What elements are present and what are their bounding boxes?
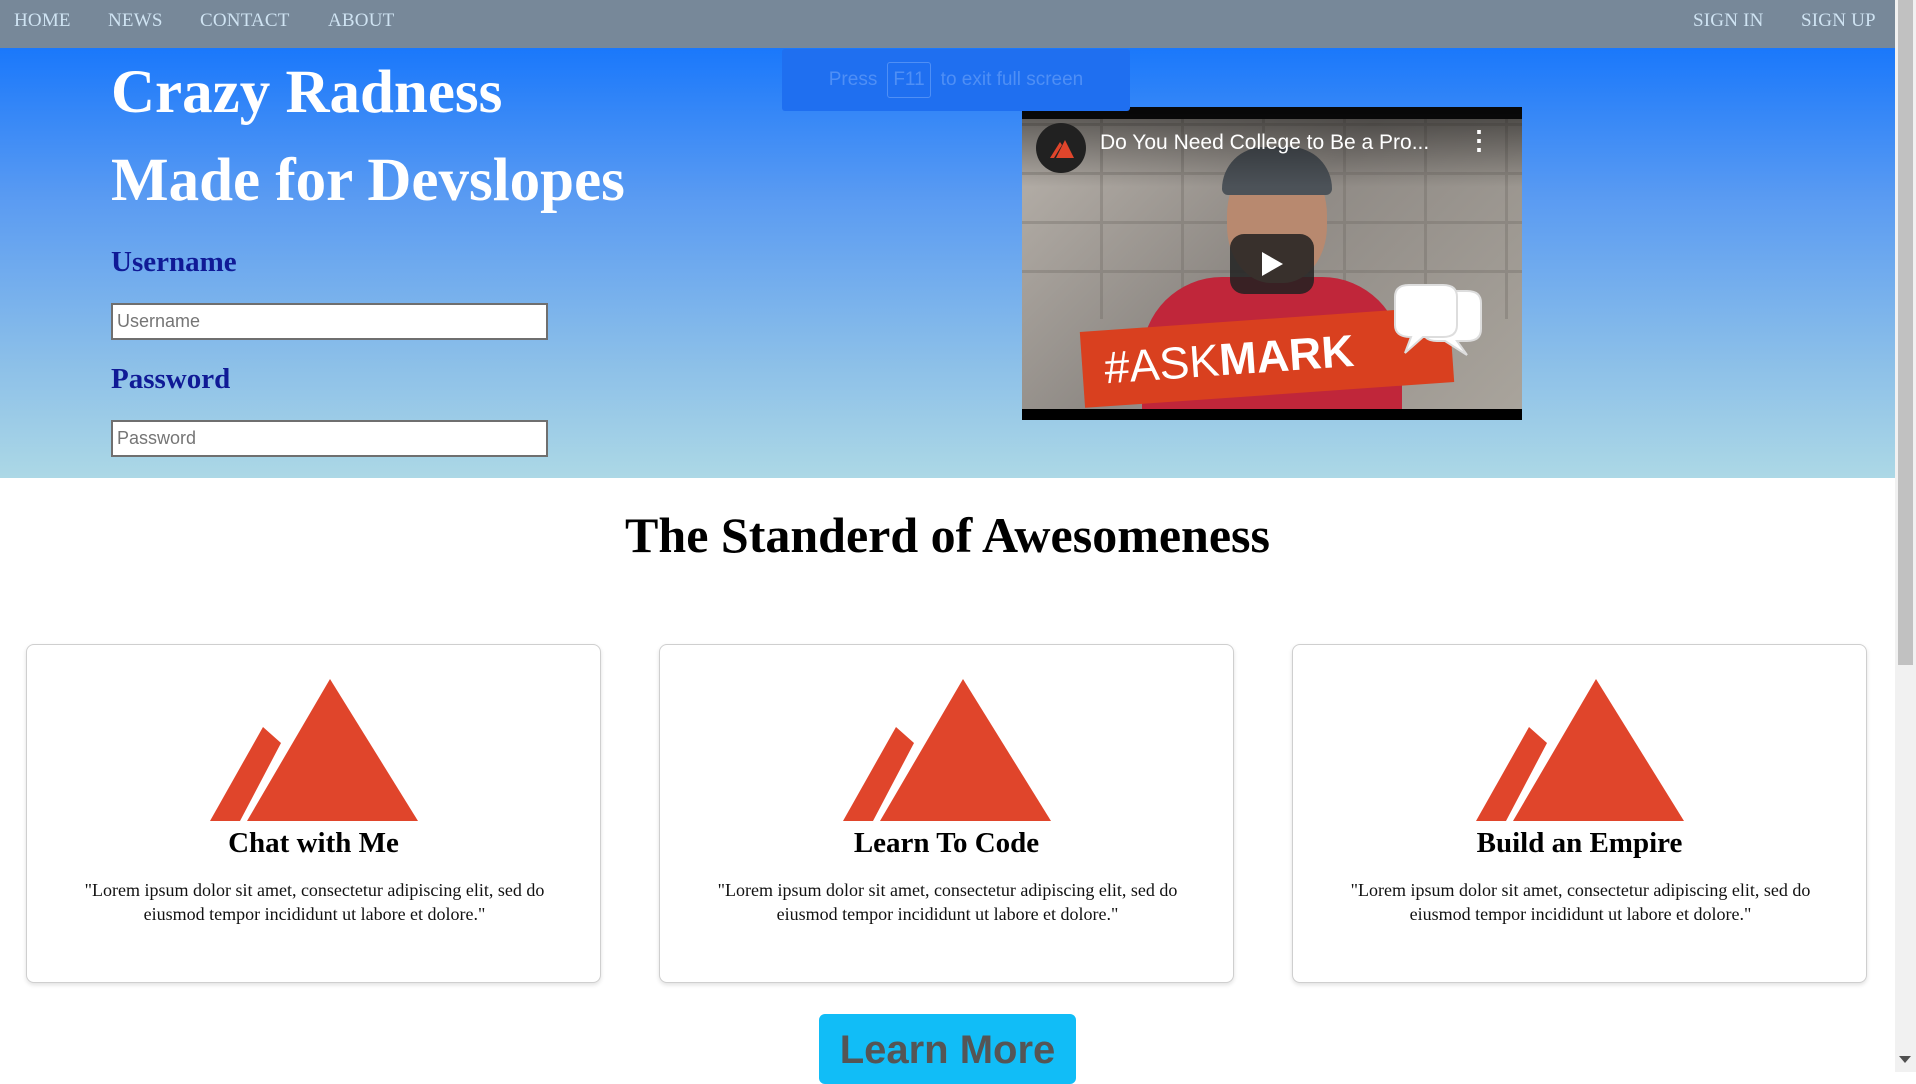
feature-card-title: Build an Empire [1476, 827, 1683, 859]
fullscreen-notice-key: F11 [887, 62, 931, 98]
nav-news-link[interactable]: NEWS [108, 10, 163, 32]
feature-card-code: Learn To Code "Lorem ipsum dolor sit ame… [659, 644, 1234, 983]
scrollbar-thumb[interactable] [1898, 0, 1913, 665]
banner-prefix: #ASK [1102, 334, 1221, 394]
password-label: Password [111, 363, 231, 395]
devslopes-logo-icon [843, 679, 1051, 821]
hero-title-line-2: Made for Devslopes [111, 147, 625, 214]
feature-card-title: Learn To Code [853, 827, 1040, 859]
feature-card-chat: Chat with Me "Lorem ipsum dolor sit amet… [26, 644, 601, 983]
hero-title-line-1: Crazy Radness [111, 59, 503, 126]
devslopes-logo-icon [210, 679, 418, 821]
feature-card-text: "Lorem ipsum dolor sit amet, consectetur… [84, 880, 545, 924]
youtube-video-embed[interactable]: Do You Need College to Be a Pro... ⋮ #AS… [1022, 107, 1522, 420]
video-letterbox-bottom [1022, 409, 1522, 420]
top-navbar: HOME NEWS CONTACT ABOUT SIGN IN SIGN UP [0, 0, 1895, 48]
scroll-down-arrow-icon[interactable] [1899, 1056, 1911, 1063]
nav-sign-up-link[interactable]: SIGN UP [1801, 10, 1876, 32]
page-scrollbar[interactable] [1895, 0, 1916, 1072]
play-icon [1262, 252, 1283, 276]
more-vertical-icon[interactable]: ⋮ [1466, 127, 1492, 153]
devslopes-channel-icon [1050, 140, 1074, 158]
hero-section: Crazy Radness Made for Devslopes Usernam… [0, 48, 1895, 478]
play-button[interactable] [1230, 234, 1314, 294]
banner-bold: MARK [1217, 324, 1356, 386]
features-section-title: The Standerd of Awesomeness [625, 507, 1270, 563]
devslopes-logo-icon [1476, 679, 1684, 821]
password-input[interactable] [111, 420, 548, 457]
fullscreen-exit-notice: Press F11 to exit full screen [782, 49, 1130, 111]
feature-card-title: Chat with Me [228, 827, 399, 859]
fullscreen-notice-prefix: Press [828, 69, 878, 90]
nav-about-link[interactable]: ABOUT [328, 10, 394, 32]
learn-more-button[interactable]: Learn More [819, 1014, 1076, 1084]
feature-card-text: "Lorem ipsum dolor sit amet, consectetur… [717, 880, 1178, 924]
video-title[interactable]: Do You Need College to Be a Pro... [1100, 131, 1429, 155]
channel-avatar[interactable] [1036, 123, 1086, 173]
speech-bubbles-icon [1394, 284, 1482, 356]
username-label: Username [111, 246, 237, 278]
nav-contact-link[interactable]: CONTACT [200, 10, 290, 32]
nav-home-link[interactable]: HOME [14, 10, 71, 32]
feature-card-empire: Build an Empire "Lorem ipsum dolor sit a… [1292, 644, 1867, 983]
username-input[interactable] [111, 303, 548, 340]
feature-card-text: "Lorem ipsum dolor sit amet, consectetur… [1350, 880, 1811, 924]
nav-sign-in-link[interactable]: SIGN IN [1693, 10, 1764, 32]
fullscreen-notice-suffix: to exit full screen [940, 69, 1084, 90]
